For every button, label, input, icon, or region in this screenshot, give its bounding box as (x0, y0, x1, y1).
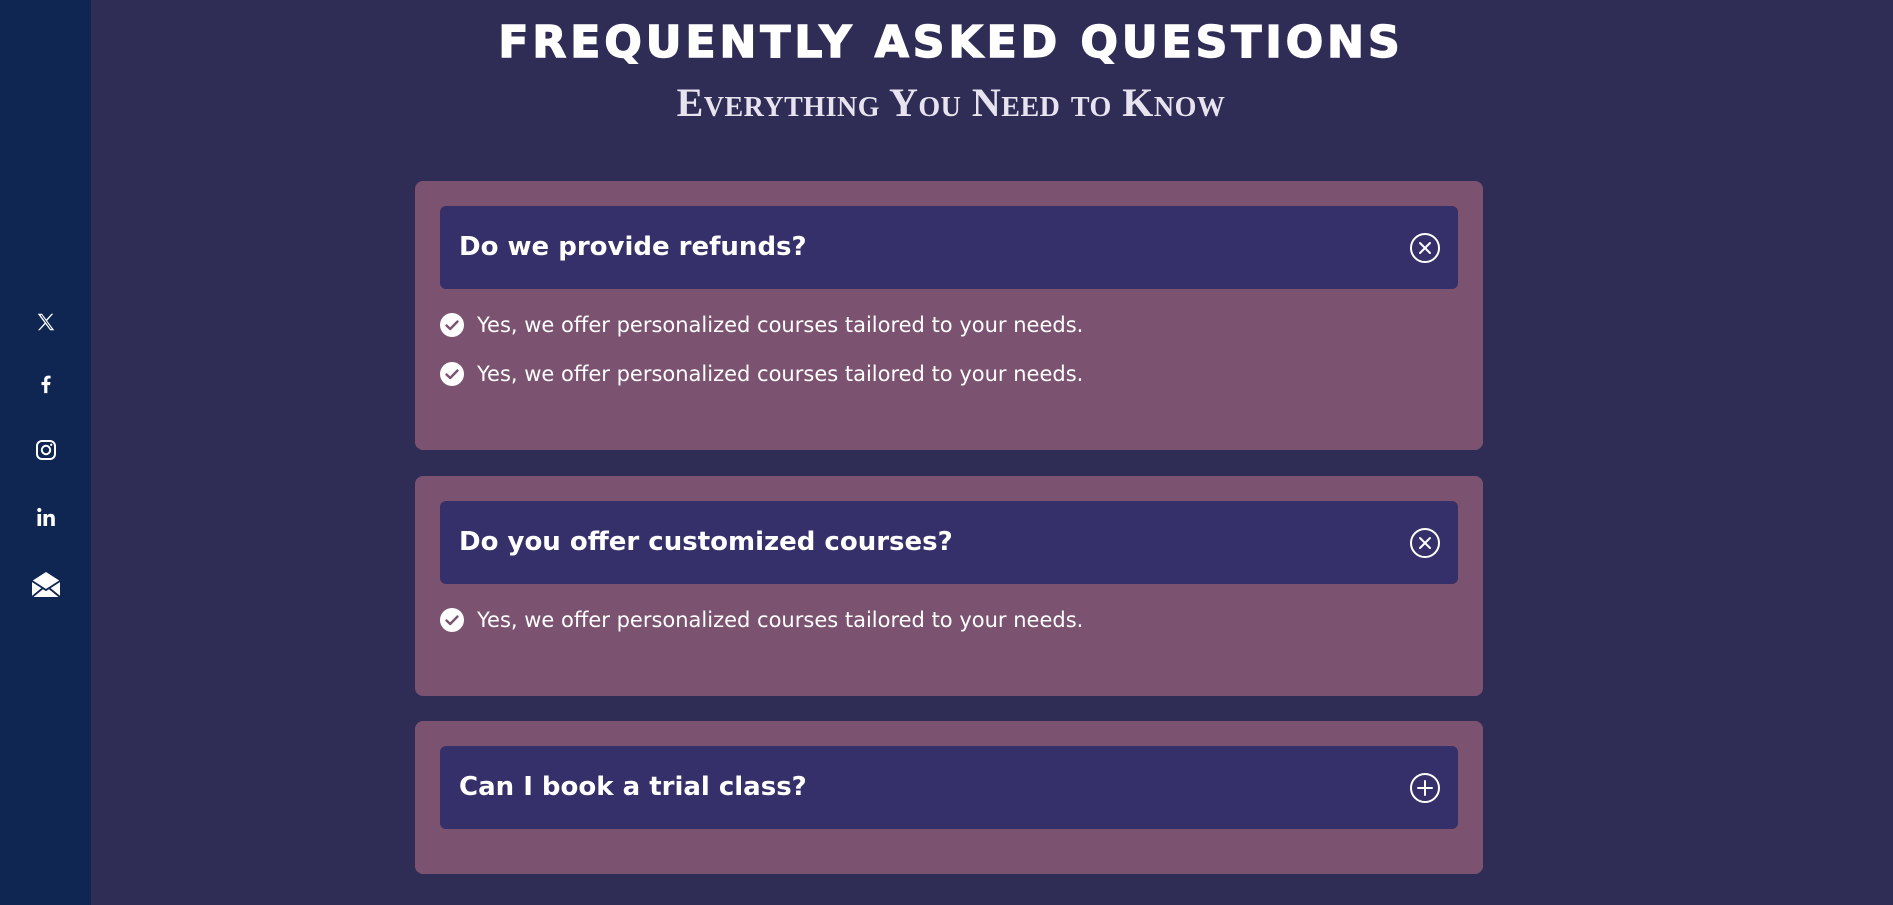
linkedin-link[interactable] (0, 497, 91, 537)
faq-question: Do we provide refunds? (459, 232, 807, 262)
facebook-icon (41, 375, 51, 394)
page-subtitle: Everything You Need to Know (676, 80, 1226, 125)
faq-answer: Yes, we offer personalized courses tailo… (439, 605, 1083, 635)
faq-item: Do you offer customized courses? Yes, we… (415, 476, 1483, 696)
page-title: FREQUENTLY ASKED QUESTIONS (498, 17, 1404, 69)
close-circle-icon[interactable] (1409, 527, 1441, 559)
facebook-link[interactable] (0, 364, 91, 404)
faq-item: Do we provide refunds? Yes, we offer per… (415, 181, 1483, 450)
linkedin-icon (36, 507, 55, 526)
check-circle-icon (440, 608, 464, 632)
instagram-icon (35, 440, 56, 460)
faq-answer-text: Yes, we offer personalized courses tailo… (477, 362, 1084, 386)
x-link[interactable] (0, 302, 91, 342)
faq-question: Can I book a trial class? (459, 772, 807, 802)
faq-answer-text: Yes, we offer personalized courses tailo… (477, 608, 1084, 632)
x-icon (37, 313, 54, 331)
social-sidebar (0, 0, 91, 905)
faq-answer: Yes, we offer personalized courses tailo… (439, 310, 1083, 340)
close-circle-icon[interactable] (1409, 232, 1441, 264)
faq-item: Can I book a trial class? (415, 721, 1483, 874)
plus-circle-icon[interactable] (1409, 772, 1441, 804)
faq-answer: Yes, we offer personalized courses tailo… (439, 359, 1083, 389)
faq-answer-text: Yes, we offer personalized courses tailo… (477, 313, 1084, 337)
check-circle-icon (440, 362, 464, 386)
email-icon (30, 572, 61, 598)
faq-question-header[interactable]: Do you offer customized courses? (440, 501, 1458, 584)
check-circle-icon (440, 313, 464, 337)
faq-question-header[interactable]: Do we provide refunds? (440, 206, 1458, 289)
email-link[interactable] (0, 564, 91, 604)
instagram-link[interactable] (0, 430, 91, 470)
faq-question: Do you offer customized courses? (459, 527, 953, 557)
faq-section: FREQUENTLY ASKED QUESTIONS Everything Yo… (91, 0, 1893, 905)
faq-question-header[interactable]: Can I book a trial class? (440, 746, 1458, 829)
